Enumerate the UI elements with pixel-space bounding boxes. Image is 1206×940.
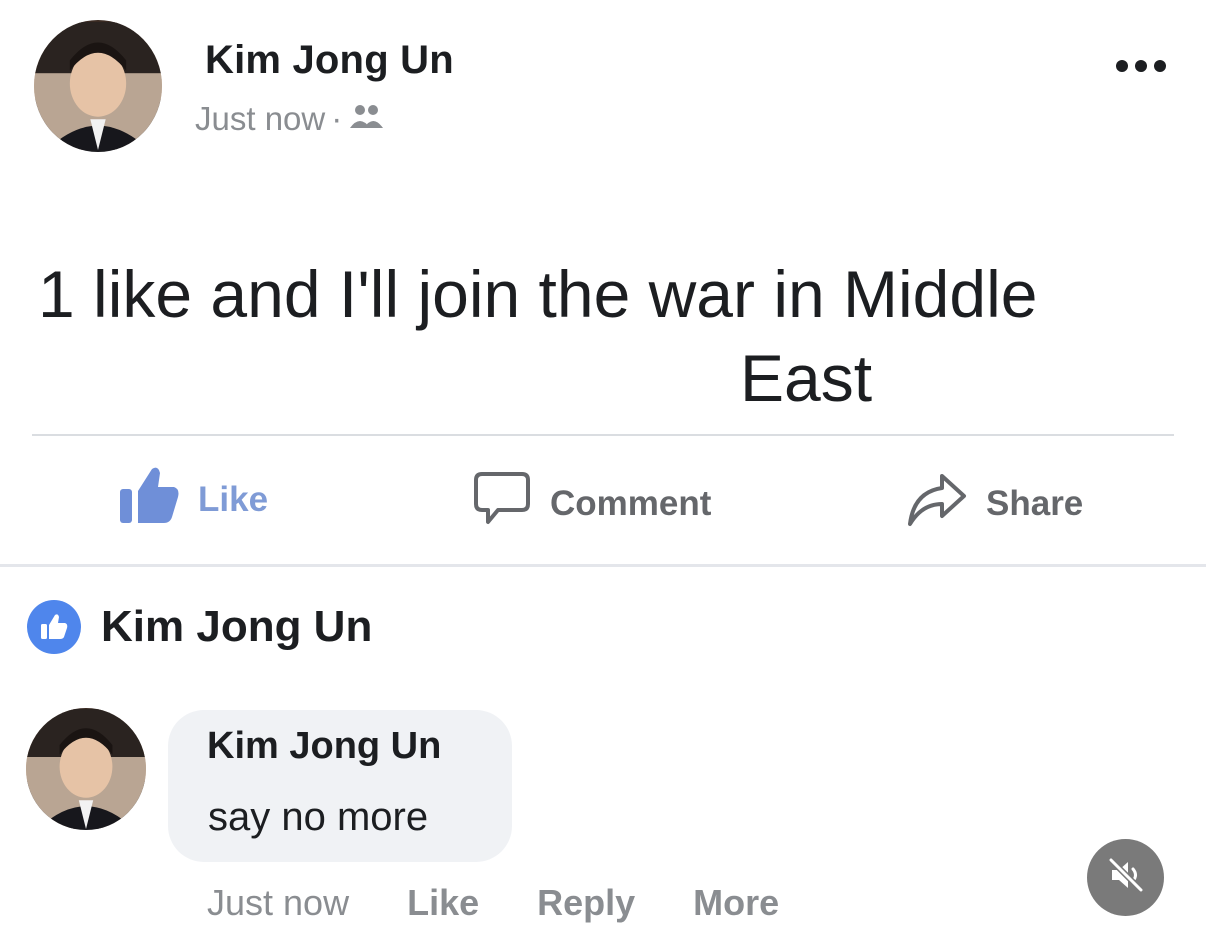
avatar-photo-icon (26, 709, 146, 829)
post-text-line2: East (740, 341, 873, 415)
commenter-avatar[interactable] (26, 708, 146, 830)
comment-reply-button[interactable]: Reply (537, 882, 635, 924)
like-label: Like (198, 479, 269, 519)
comment-timestamp[interactable]: Just now (207, 882, 349, 924)
divider (32, 434, 1174, 436)
comment-actions: Just now Like Reply More (207, 882, 779, 924)
meta-separator: · (331, 100, 343, 137)
post-author-avatar[interactable] (34, 20, 162, 152)
avatar-photo-icon (34, 22, 162, 150)
post-author-name[interactable]: Kim Jong Un (205, 38, 454, 83)
comment-more-button[interactable]: More (693, 882, 779, 924)
post-text-line1: 1 like and I'll join the war in Middle (38, 257, 1038, 331)
post-meta: Just now · (195, 100, 386, 138)
comment-like-button[interactable]: Like (407, 882, 479, 924)
comment-button[interactable]: Comment (472, 470, 711, 537)
comment-text: say no more (208, 795, 429, 839)
share-button[interactable]: Share (906, 470, 1083, 537)
comment-author[interactable]: Kim Jong Un (207, 725, 441, 768)
thumbs-up-icon (118, 465, 180, 534)
muted-speaker-icon (1106, 855, 1146, 900)
like-button[interactable]: Like (118, 465, 268, 534)
mute-button[interactable] (1087, 839, 1164, 916)
divider (0, 564, 1206, 567)
comment-bubble-icon (472, 470, 532, 537)
more-options-icon[interactable] (1116, 60, 1166, 72)
share-label: Share (986, 483, 1084, 523)
post-timestamp[interactable]: Just now (195, 100, 325, 138)
reactor-name: Kim Jong Un (101, 602, 373, 651)
reaction-summary[interactable]: Kim Jong Un (27, 600, 372, 654)
share-arrow-icon (906, 470, 968, 537)
friends-icon (348, 100, 386, 138)
like-badge-icon (27, 600, 81, 654)
comment-label: Comment (550, 483, 712, 523)
post-text: 1 like and I'll join the war in Middle E… (30, 252, 1180, 420)
